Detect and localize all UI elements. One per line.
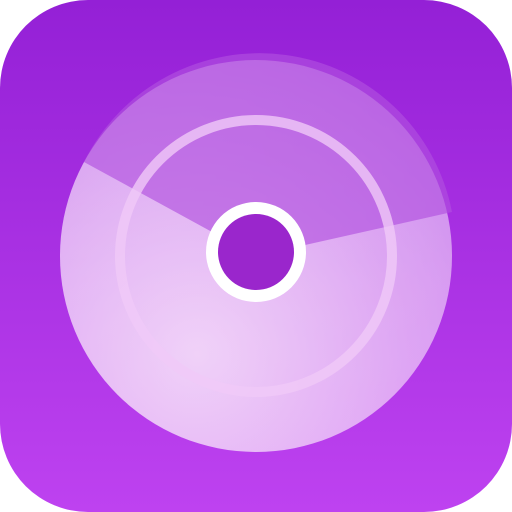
music-disc-icon <box>0 0 512 512</box>
app-icon-canvas <box>0 0 512 512</box>
disc-hole-center <box>218 214 294 290</box>
